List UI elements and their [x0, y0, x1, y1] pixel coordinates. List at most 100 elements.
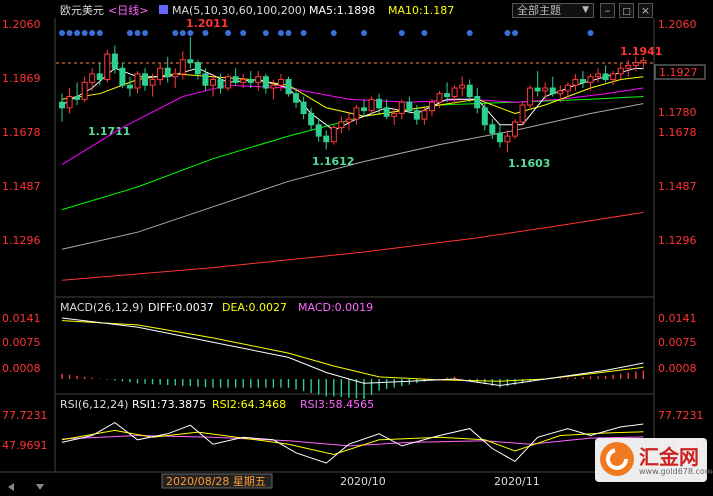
candle-body[interactable]	[368, 98, 375, 112]
candle-body[interactable]	[315, 124, 322, 137]
candle-body[interactable]	[277, 79, 284, 86]
theme-dropdown[interactable]: 全部主题 ▼	[512, 3, 594, 18]
candle-body[interactable]	[172, 73, 179, 78]
candlesticks[interactable]	[59, 36, 647, 153]
event-dot[interactable]	[134, 30, 141, 36]
event-dot[interactable]	[126, 30, 133, 36]
candle-body[interactable]	[194, 62, 201, 75]
candle-body[interactable]	[119, 67, 126, 86]
event-dot[interactable]	[262, 30, 269, 36]
candle-body[interactable]	[225, 76, 232, 89]
candle-body[interactable]	[572, 79, 579, 86]
close-button[interactable]: ×	[638, 3, 653, 18]
candle-body[interactable]	[542, 87, 549, 92]
candle-body[interactable]	[579, 79, 586, 83]
event-dot[interactable]	[74, 30, 81, 36]
candle-body[interactable]	[481, 107, 488, 126]
event-dot[interactable]	[66, 30, 73, 36]
candle-body[interactable]	[270, 84, 277, 89]
event-dot[interactable]	[466, 30, 473, 36]
candle-body[interactable]	[300, 101, 307, 114]
event-dot[interactable]	[398, 30, 405, 36]
event-dot[interactable]	[225, 30, 232, 36]
candle-body[interactable]	[126, 84, 133, 89]
candle-body[interactable]	[361, 107, 367, 112]
candle-body[interactable]	[262, 76, 269, 89]
candle-body[interactable]	[444, 93, 451, 98]
candle-body[interactable]	[81, 81, 88, 100]
period-label[interactable]: <日线>	[108, 3, 148, 17]
candle-body[interactable]	[187, 59, 194, 64]
maximize-button[interactable]: □	[619, 3, 634, 18]
candle-body[interactable]	[59, 101, 65, 109]
candle-body[interactable]	[210, 79, 216, 86]
event-dot[interactable]	[361, 30, 367, 36]
candle-body[interactable]	[496, 132, 503, 143]
candle-body[interactable]	[96, 73, 103, 81]
event-markers[interactable]	[59, 30, 594, 36]
candle-body[interactable]	[89, 73, 96, 83]
candle-body[interactable]	[134, 73, 141, 89]
candle-body[interactable]	[74, 96, 81, 100]
candle-body[interactable]	[376, 98, 383, 109]
candle-body[interactable]	[595, 73, 602, 78]
candle-body[interactable]	[179, 59, 186, 75]
candle-body[interactable]	[104, 53, 111, 81]
candle-body[interactable]	[240, 79, 247, 83]
candle-body[interactable]	[255, 76, 262, 83]
candle-body[interactable]	[338, 121, 345, 129]
candle-body[interactable]	[164, 67, 171, 78]
scroll-down-arrow-icon[interactable]	[36, 484, 44, 490]
candle-body[interactable]	[157, 67, 164, 81]
candle-body[interactable]	[330, 127, 337, 143]
candle-body[interactable]	[625, 64, 632, 69]
event-dot[interactable]	[172, 30, 179, 36]
event-dot[interactable]	[240, 30, 247, 36]
candle-body[interactable]	[398, 101, 405, 114]
candle-body[interactable]	[217, 79, 224, 89]
event-dot[interactable]	[96, 30, 103, 36]
candle-body[interactable]	[142, 73, 149, 86]
candle-body[interactable]	[602, 73, 609, 81]
candle-body[interactable]	[504, 135, 511, 143]
candle-body[interactable]	[459, 84, 466, 89]
candle-body[interactable]	[391, 112, 398, 117]
candle-body[interactable]	[474, 96, 481, 109]
event-dot[interactable]	[421, 30, 428, 36]
event-dot[interactable]	[512, 30, 518, 36]
event-dot[interactable]	[59, 30, 65, 36]
candle-body[interactable]	[512, 121, 518, 137]
candle-body[interactable]	[564, 84, 571, 92]
event-dot[interactable]	[142, 30, 149, 36]
event-dot[interactable]	[277, 30, 284, 36]
chart-canvas[interactable]: 欧元美元 <日线> MA(5,10,30,60,100,200) MA5:1.1…	[0, 0, 713, 496]
event-dot[interactable]	[187, 30, 194, 36]
candle-body[interactable]	[557, 90, 564, 95]
candle-body[interactable]	[111, 53, 118, 69]
candle-body[interactable]	[519, 104, 526, 123]
candle-body[interactable]	[632, 62, 639, 66]
candle-body[interactable]	[617, 67, 624, 75]
candle-body[interactable]	[534, 87, 541, 92]
event-dot[interactable]	[587, 30, 594, 36]
candle-body[interactable]	[451, 87, 458, 98]
candle-body[interactable]	[610, 73, 617, 81]
candle-body[interactable]	[489, 124, 496, 134]
candle-body[interactable]	[247, 79, 254, 83]
event-dot[interactable]	[300, 30, 307, 36]
candle-body[interactable]	[527, 87, 534, 106]
candle-body[interactable]	[285, 79, 292, 95]
scroll-left-arrow-icon[interactable]	[8, 483, 14, 491]
candle-body[interactable]	[406, 101, 413, 112]
candle-body[interactable]	[466, 84, 473, 98]
candle-body[interactable]	[549, 87, 556, 95]
minimize-button[interactable]: –	[600, 3, 615, 18]
event-dot[interactable]	[179, 30, 186, 36]
candle-body[interactable]	[587, 76, 594, 83]
candle-body[interactable]	[232, 76, 239, 83]
candle-body[interactable]	[353, 107, 360, 120]
candle-body[interactable]	[383, 107, 390, 117]
candle-body[interactable]	[421, 110, 428, 120]
candle-body[interactable]	[202, 73, 209, 86]
candle-body[interactable]	[323, 135, 330, 143]
